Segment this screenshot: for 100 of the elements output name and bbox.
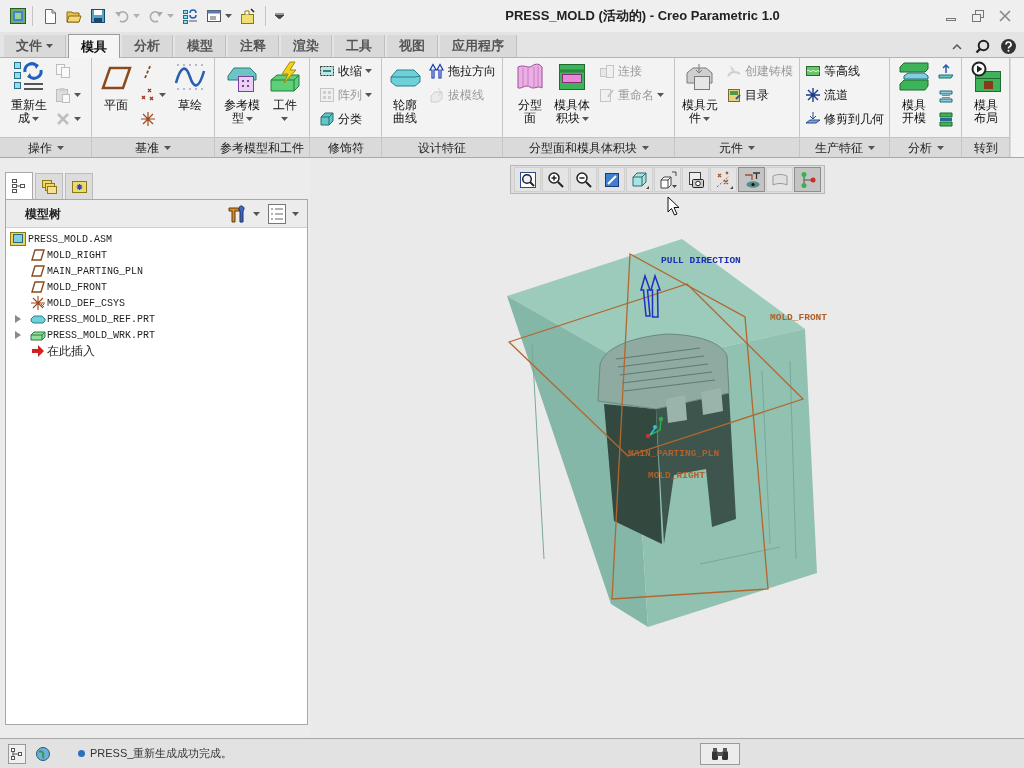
caret-icon — [703, 116, 710, 121]
zoom-fit-icon — [518, 170, 537, 189]
shrink-button[interactable]: 收缩 — [317, 59, 374, 83]
datum-display-button[interactable] — [710, 167, 737, 192]
caret-icon — [275, 13, 284, 19]
tree-item[interactable]: MOLD_DEF_CSYS — [30, 295, 125, 311]
mold-opening-button[interactable]: 模具开模 — [895, 58, 932, 127]
cube-icon — [319, 111, 335, 127]
tools-icon — [227, 203, 247, 224]
slab-outline-icon — [428, 87, 445, 103]
datum-label: MOLD_FRONT — [770, 312, 827, 323]
globe-icon — [35, 745, 51, 762]
help-button[interactable] — [1000, 38, 1016, 54]
parting-surface-button[interactable]: 分型面 — [511, 58, 548, 127]
reference-model-button[interactable]: 参考模型 — [221, 58, 263, 127]
runner-button[interactable]: 流道 — [803, 83, 886, 107]
zoom-out-button[interactable] — [570, 167, 597, 192]
trim-to-geometry-button[interactable]: 修剪到几何 — [803, 107, 886, 131]
binoculars-icon — [711, 746, 729, 761]
group-label: 设计特征 — [418, 139, 466, 157]
mold-volume-button[interactable]: 模具体积块 — [551, 58, 593, 127]
plane-button[interactable]: 平面 — [98, 58, 134, 114]
tree-item[interactable]: PRESS_MOLD_WRK.PRT — [30, 327, 156, 343]
tree-item[interactable]: MOLD_FRONT — [30, 279, 107, 295]
undo-icon — [114, 8, 130, 24]
zoom-out-icon — [574, 170, 593, 189]
framed-box-icon — [10, 231, 26, 247]
search-button[interactable] — [974, 38, 990, 54]
list-arrows-icon — [182, 8, 198, 24]
ribbon-tab[interactable]: 文件 — [4, 35, 66, 57]
tree-item[interactable]: PRESS_MOLD.ASM — [10, 231, 112, 247]
pull-direction-button[interactable]: 拖拉方向 — [426, 59, 498, 83]
caret-icon — [133, 14, 140, 18]
help-icon — [1000, 38, 1016, 54]
zoom-in-button[interactable] — [542, 167, 569, 192]
caret-icon — [365, 93, 372, 97]
tree-item[interactable]: 在此插入 — [30, 343, 95, 359]
group-label: 参考模型和工件 — [220, 139, 304, 157]
caret-icon — [32, 116, 39, 121]
ribbon-tab[interactable]: 模具 — [68, 34, 120, 58]
contour-button[interactable]: 等高线 — [803, 59, 886, 83]
display-style-button[interactable] — [626, 167, 653, 192]
classify-button[interactable]: 分类 — [317, 107, 374, 131]
repaint-button[interactable] — [598, 167, 625, 192]
direction-label: PULL DIRECTION — [661, 255, 741, 266]
zoom-in-icon — [546, 170, 565, 189]
panel-tab[interactable] — [65, 173, 93, 199]
tree-item[interactable]: MAIN_PARTING_PLN — [30, 263, 143, 279]
expand-arrow-icon[interactable] — [15, 331, 21, 339]
tree-item[interactable]: MOLD_RIGHT — [30, 247, 107, 263]
regenerate-button[interactable]: 重新生成 — [8, 58, 49, 127]
asterisk-icon — [140, 111, 156, 127]
layers-icon — [937, 111, 954, 127]
ribbon-tab[interactable]: 注释 — [228, 35, 279, 57]
mold-component-button[interactable]: 模具元件 — [679, 58, 720, 127]
silhouette-curve-button[interactable]: 轮廓曲线 — [386, 58, 423, 127]
nodes-toggle-button[interactable] — [794, 167, 821, 192]
eye-toggle-button[interactable] — [738, 167, 765, 192]
sheet-toggle-button[interactable] — [766, 167, 793, 192]
ribbon-tab[interactable]: 工具 — [334, 35, 385, 57]
sketch-button[interactable]: 草绘 — [172, 58, 208, 114]
caret-icon — [74, 117, 81, 121]
restore-button[interactable] — [969, 7, 987, 25]
ribbon-tab[interactable]: 分析 — [122, 35, 173, 57]
caret-icon — [56, 145, 64, 150]
arrow-icon — [30, 343, 46, 359]
caret-icon — [748, 145, 755, 150]
tree-settings-button[interactable] — [225, 202, 262, 225]
panel-tab[interactable] — [5, 172, 33, 200]
refit-button[interactable] — [514, 167, 541, 192]
panel-tab[interactable] — [35, 173, 63, 199]
tree-item[interactable]: PRESS_MOLD_REF.PRT — [30, 311, 156, 327]
ribbon-tab[interactable]: 模型 — [175, 35, 226, 57]
wave-icon — [174, 61, 206, 93]
crosses-icon — [714, 170, 733, 189]
saved-views-button[interactable] — [654, 167, 681, 192]
stacked-slabs-icon — [897, 61, 930, 93]
ribbon-tab[interactable]: 应用程序 — [440, 35, 517, 57]
mold-layout-button[interactable]: 模具布局 — [967, 58, 1004, 127]
show-menu-button[interactable] — [266, 202, 301, 225]
caret-icon — [365, 69, 372, 73]
catalog-button[interactable]: 目录 — [724, 83, 795, 107]
expand-arrow-icon[interactable] — [15, 315, 21, 323]
workpiece-button[interactable]: 工件 — [266, 58, 303, 123]
chevron-up-icon — [952, 42, 962, 50]
search-icon — [974, 38, 990, 54]
status-message: PRESS_重新生成成功完成。 — [90, 746, 233, 762]
find-button[interactable] — [700, 742, 740, 765]
crosses-icon — [140, 87, 156, 103]
model-tree-toggle-button[interactable] — [8, 743, 26, 764]
cube-icon — [630, 170, 649, 189]
ribbon-tab[interactable]: 视图 — [387, 35, 438, 57]
camera-button[interactable] — [682, 167, 709, 192]
window-icon — [206, 8, 222, 24]
ribbon-tab[interactable]: 渲染 — [281, 35, 332, 57]
parallelogram-icon — [30, 247, 46, 263]
caret-icon — [74, 93, 81, 97]
caret-icon — [867, 145, 875, 150]
star-folder-icon — [70, 178, 88, 195]
mouse-pointer-icon — [667, 196, 680, 216]
